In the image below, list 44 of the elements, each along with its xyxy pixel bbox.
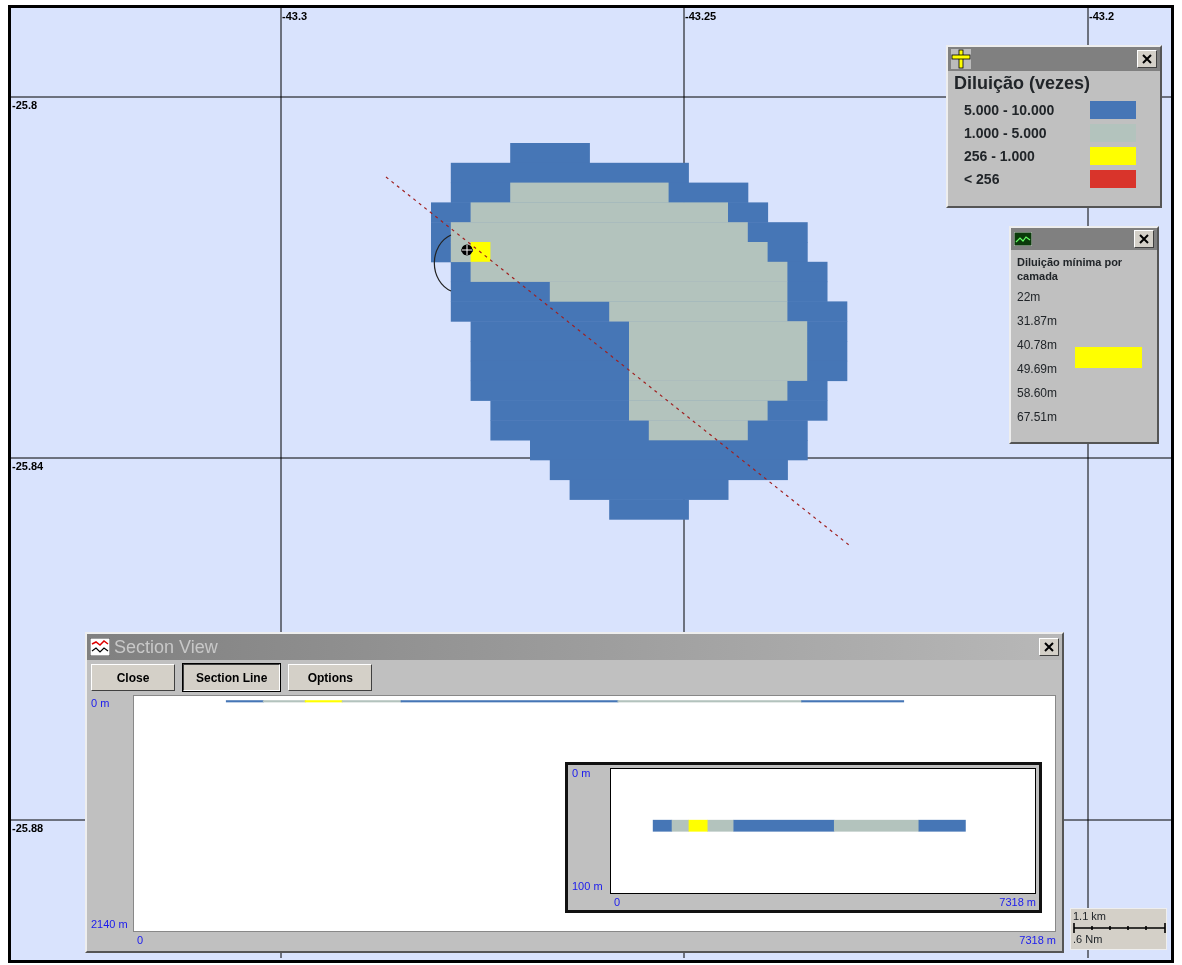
close-button[interactable] <box>1039 638 1059 656</box>
layer-depth-label: 67.51m <box>1017 410 1059 425</box>
scale-label: .6 Nm <box>1073 934 1104 946</box>
legend-label: 1.000 - 5.000 <box>964 123 1047 143</box>
layer-depth-label: 31.87m <box>1017 314 1059 329</box>
window-title: Section View <box>114 635 218 659</box>
chart-icon <box>1014 232 1032 246</box>
axis-label: 2140 m <box>91 916 129 932</box>
axis-label: 7318 m <box>1019 933 1056 948</box>
latitude-label: -25.84 <box>12 461 44 472</box>
layer-depth-label: 49.69m <box>1017 362 1059 377</box>
chart-icon <box>90 638 110 656</box>
axis-label: 0 <box>613 895 621 910</box>
axis-label: 0 m <box>91 696 111 711</box>
scale-label: 1.1 km <box>1073 911 1107 922</box>
close-icon <box>1044 642 1054 652</box>
axis-label: 100 m <box>572 878 604 894</box>
close-icon <box>1139 234 1149 244</box>
longitude-label: -43.2 <box>1089 11 1115 22</box>
axis-label: 0 m <box>572 766 592 781</box>
layer-panel-title: Diluição mínima por camada <box>1016 255 1124 285</box>
legend-label: 256 - 1.000 <box>964 146 1035 166</box>
layer-depth-label: 40.78m <box>1017 338 1059 353</box>
section-line[interactable] <box>385 176 850 546</box>
legend-label: < 256 <box>964 169 1000 189</box>
close-button[interactable] <box>1137 50 1157 68</box>
legend-title: Diluição (vezes) <box>953 72 1092 95</box>
close-icon <box>1142 54 1152 64</box>
layer-depth-label: 58.60m <box>1017 386 1059 401</box>
toolbar-button[interactable]: Close <box>91 664 175 691</box>
legend-label: 5.000 - 10.000 <box>964 100 1055 120</box>
toolbar-button[interactable]: Options <box>288 664 373 691</box>
latitude-label: -25.8 <box>12 100 38 111</box>
close-button[interactable] <box>1134 230 1154 248</box>
signpost-icon <box>951 49 971 69</box>
longitude-label: -43.3 <box>282 11 308 22</box>
layer-depth-label: 22m <box>1017 290 1042 305</box>
latitude-label: -25.88 <box>12 823 44 834</box>
circle-arc <box>433 234 452 292</box>
axis-label: 0 <box>136 933 144 948</box>
longitude-label: -43.25 <box>685 11 717 22</box>
axis-label: 7318 m <box>999 895 1036 910</box>
crosshair-icon[interactable] <box>461 244 473 256</box>
toolbar-button[interactable]: Section Line <box>183 664 281 691</box>
